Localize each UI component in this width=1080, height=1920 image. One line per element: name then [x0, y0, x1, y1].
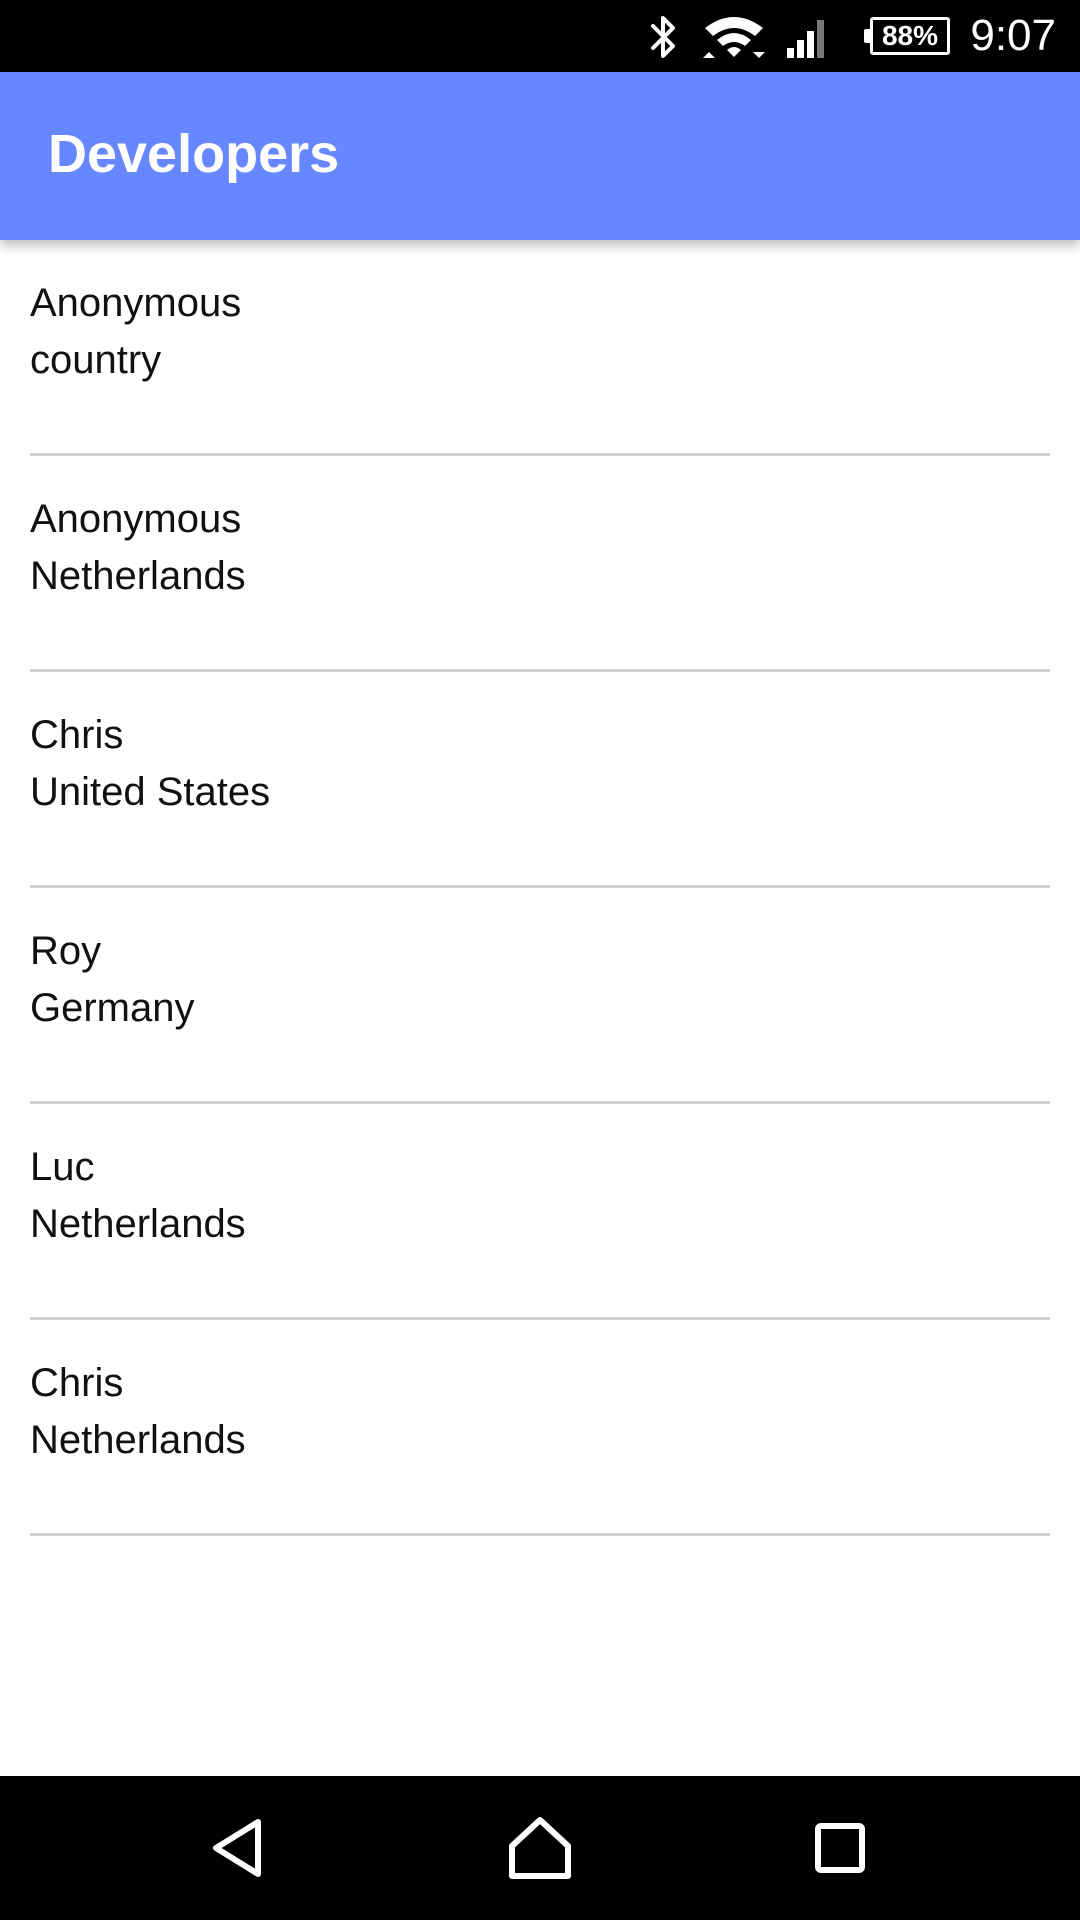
developer-country: Netherlands: [30, 1418, 246, 1462]
screen: 88% 9:07 Developers Anonymous country An…: [0, 0, 1080, 1920]
developer-country: Germany: [30, 986, 195, 1030]
back-icon[interactable]: [204, 1812, 276, 1884]
developer-name: Luc: [30, 1145, 95, 1189]
status-bar: 88% 9:07: [0, 0, 1080, 72]
developer-name: Anonymous: [30, 497, 242, 541]
developer-name: Roy: [30, 929, 102, 973]
battery-level: 88%: [881, 20, 939, 51]
status-clock: 9:07: [970, 11, 1056, 60]
developer-country: Netherlands: [30, 554, 246, 598]
developer-name: Chris: [30, 713, 124, 757]
developer-list: Anonymous country Anonymous Netherlands …: [0, 240, 1080, 1536]
bluetooth-icon: [651, 16, 675, 58]
battery-icon: 88%: [864, 17, 950, 55]
developer-name: Chris: [30, 1361, 124, 1405]
home-icon[interactable]: [504, 1812, 576, 1884]
navigation-bar: [0, 1776, 1080, 1920]
list-item[interactable]: Anonymous country: [30, 240, 1050, 456]
list-item[interactable]: Anonymous Netherlands: [30, 456, 1050, 672]
developer-country: United States: [30, 770, 271, 814]
list-item[interactable]: Chris Netherlands: [30, 1320, 1050, 1536]
developer-country: Netherlands: [30, 1202, 246, 1246]
recents-icon[interactable]: [804, 1812, 876, 1884]
app-bar: Developers: [0, 72, 1080, 240]
cell-signal-icon: [787, 20, 824, 58]
wifi-icon: [703, 17, 765, 58]
list-item[interactable]: Chris United States: [30, 672, 1050, 888]
developer-country: country: [30, 338, 162, 382]
list-item[interactable]: Luc Netherlands: [30, 1104, 1050, 1320]
list-item[interactable]: Roy Germany: [30, 888, 1050, 1104]
page-title: Developers: [48, 124, 340, 184]
developer-name: Anonymous: [30, 281, 242, 325]
